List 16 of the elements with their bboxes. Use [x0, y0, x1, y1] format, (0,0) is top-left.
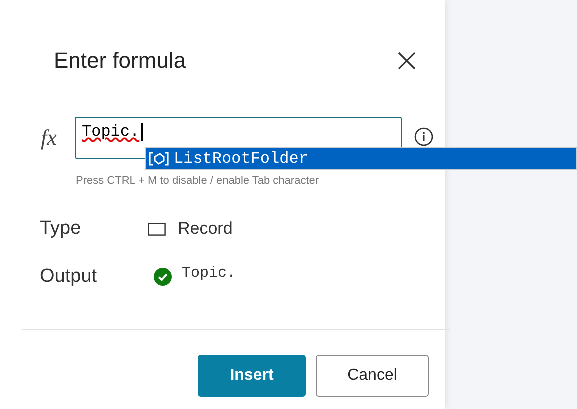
- field-label: Output: [40, 264, 98, 289]
- function-label: fx: [41, 124, 57, 152]
- close-button[interactable]: [396, 50, 418, 72]
- formula-text: Topic.: [82, 123, 143, 141]
- hint-text: Press CTRL + M to disable / enable Tab character: [76, 174, 320, 189]
- dialog-title: Enter formula: [54, 47, 186, 75]
- close-icon: [398, 52, 416, 70]
- output-value: Topic.: [182, 264, 236, 284]
- type-value: Record: [178, 218, 233, 240]
- suggestion-item[interactable]: ListRootFolder: [145, 147, 577, 170]
- field-label: Type: [40, 216, 82, 241]
- insert-button[interactable]: Insert: [198, 355, 306, 397]
- record-icon: [148, 222, 166, 236]
- cancel-button[interactable]: Cancel: [316, 355, 429, 397]
- object-icon: [148, 150, 170, 166]
- info-icon[interactable]: [414, 127, 434, 147]
